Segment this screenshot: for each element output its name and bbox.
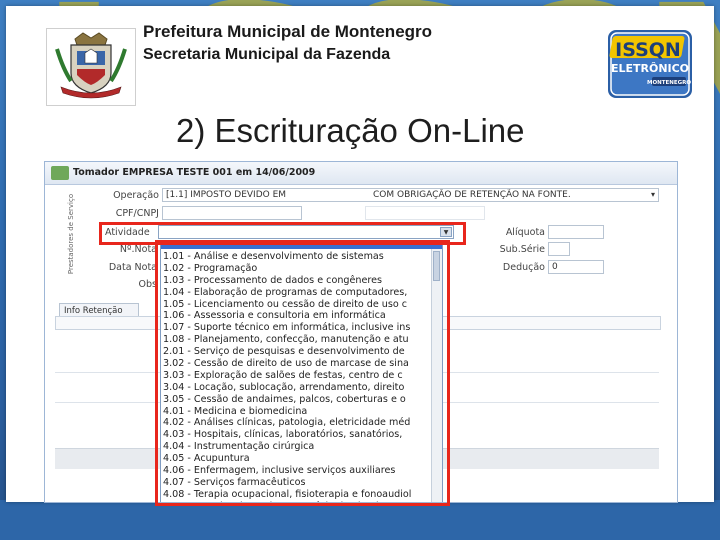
issqn-eletronico-logo: ISSQN ELETRÔNICO MONTENEGRO — [608, 30, 692, 98]
issqn-logo-text: ISSQN — [615, 39, 681, 61]
vertical-side-label: Prestadores de Serviço — [67, 193, 76, 275]
cpf-cnpj-label: CPF/CNPJ — [115, 208, 159, 219]
obs-label: Obs — [138, 279, 157, 290]
document-icon — [51, 166, 69, 180]
form-title: Tomador EMPRESA TESTE 001 em 14/06/2009 — [73, 167, 316, 178]
auxiliary-field[interactable] — [365, 206, 485, 220]
operacao-value: [1.1] IMPOSTO DEVIDO EM — [166, 190, 287, 200]
operacao-select[interactable]: [1.1] IMPOSTO DEVIDO EM COM OBRIGAÇÃO DE… — [162, 188, 659, 202]
operacao-label: Operação — [113, 190, 159, 201]
dropdown-highlight-frame — [155, 240, 450, 506]
aliquota-input[interactable] — [548, 225, 604, 239]
nota-number-label: Nº.Nota — [119, 244, 157, 255]
subserie-input[interactable] — [548, 242, 570, 256]
section-heading: 2) Escrituração On-Line — [176, 112, 525, 149]
tab-info-retencao[interactable]: Info Retenção — [59, 303, 139, 317]
aliquota-label: Alíquota — [505, 227, 545, 238]
subserie-label: Sub.Série — [499, 244, 545, 255]
montenegro-logo-text: MONTENEGRO — [647, 80, 691, 86]
department-subtitle: Secretaria Municipal da Fazenda — [143, 46, 391, 63]
deducao-label: Dedução — [502, 262, 545, 273]
deducao-value: 0 — [552, 262, 558, 272]
deducao-input[interactable]: 0 — [548, 260, 604, 274]
eletronico-logo-text: ELETRÔNICO — [611, 62, 689, 75]
operacao-extra-text: COM OBRIGAÇÃO DE RETENÇÃO NA FONTE. — [373, 190, 571, 200]
form-title-bar: Tomador EMPRESA TESTE 001 em 14/06/2009 — [45, 162, 677, 185]
data-nota-label: Data Nota — [108, 262, 157, 273]
montenegro-coat-of-arms-logo — [46, 28, 136, 106]
chevron-down-icon: ▾ — [650, 190, 655, 199]
cpf-cnpj-input[interactable] — [162, 206, 302, 220]
municipality-title: Prefeitura Municipal de Montenegro — [143, 22, 433, 41]
background-bottom-band — [0, 500, 720, 540]
